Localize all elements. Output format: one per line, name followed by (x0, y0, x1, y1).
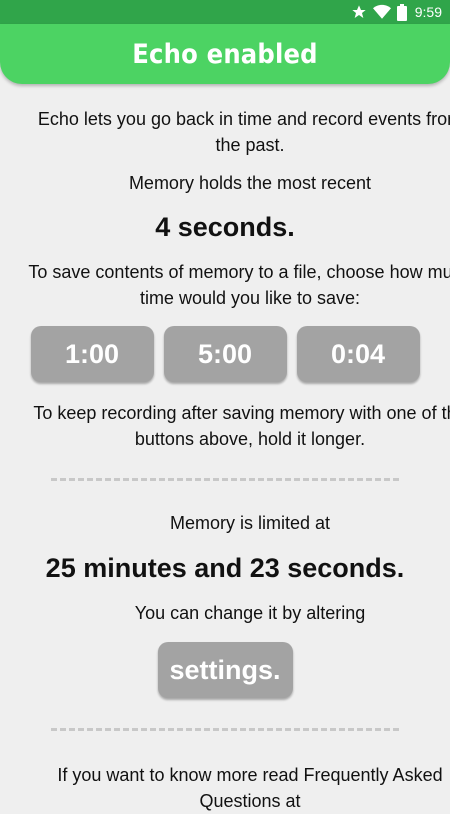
battery-icon (396, 3, 407, 21)
save-1-00-button[interactable]: 1:00 (30, 326, 154, 382)
faq-text: If you want to know more read Frequently… (57, 765, 443, 811)
change-hint-text: You can change it by altering (134, 603, 366, 623)
settings-button[interactable]: settings. (157, 642, 293, 698)
memory-prefix-text: Memory holds the most recent (128, 173, 372, 193)
page-title: Echo enabled (132, 38, 318, 70)
app-header: Echo enabled (0, 24, 450, 84)
status-icons: 9:59 (351, 2, 442, 22)
wifi-icon (372, 4, 391, 20)
save-prompt-text: To save contents of memory to a file, ch… (28, 262, 450, 308)
dashed-divider (51, 728, 399, 731)
status-bar: 9:59 (0, 0, 450, 24)
divider-top (0, 478, 450, 481)
limit-prefix-text: Memory is limited at (169, 513, 331, 533)
memory-duration-value: 4 seconds. (155, 212, 295, 242)
save-buttons-row: 1:00 5:00 0:04 (0, 326, 450, 382)
dashed-divider (51, 478, 399, 481)
save-5-00-button[interactable]: 5:00 (163, 326, 287, 382)
main-content: Echo lets you go back in time and record… (0, 84, 450, 811)
memory-limit-value: 25 minutes and 23 seconds. (45, 553, 405, 583)
settings-button-wrap: settings. (0, 642, 450, 698)
divider-bottom (0, 728, 450, 731)
keep-recording-hint: To keep recording after saving memory wi… (33, 403, 450, 449)
status-time: 9:59 (414, 4, 442, 20)
intro-text: Echo lets you go back in time and record… (37, 109, 450, 155)
star-icon (351, 4, 367, 20)
save-0-04-button[interactable]: 0:04 (296, 326, 420, 382)
